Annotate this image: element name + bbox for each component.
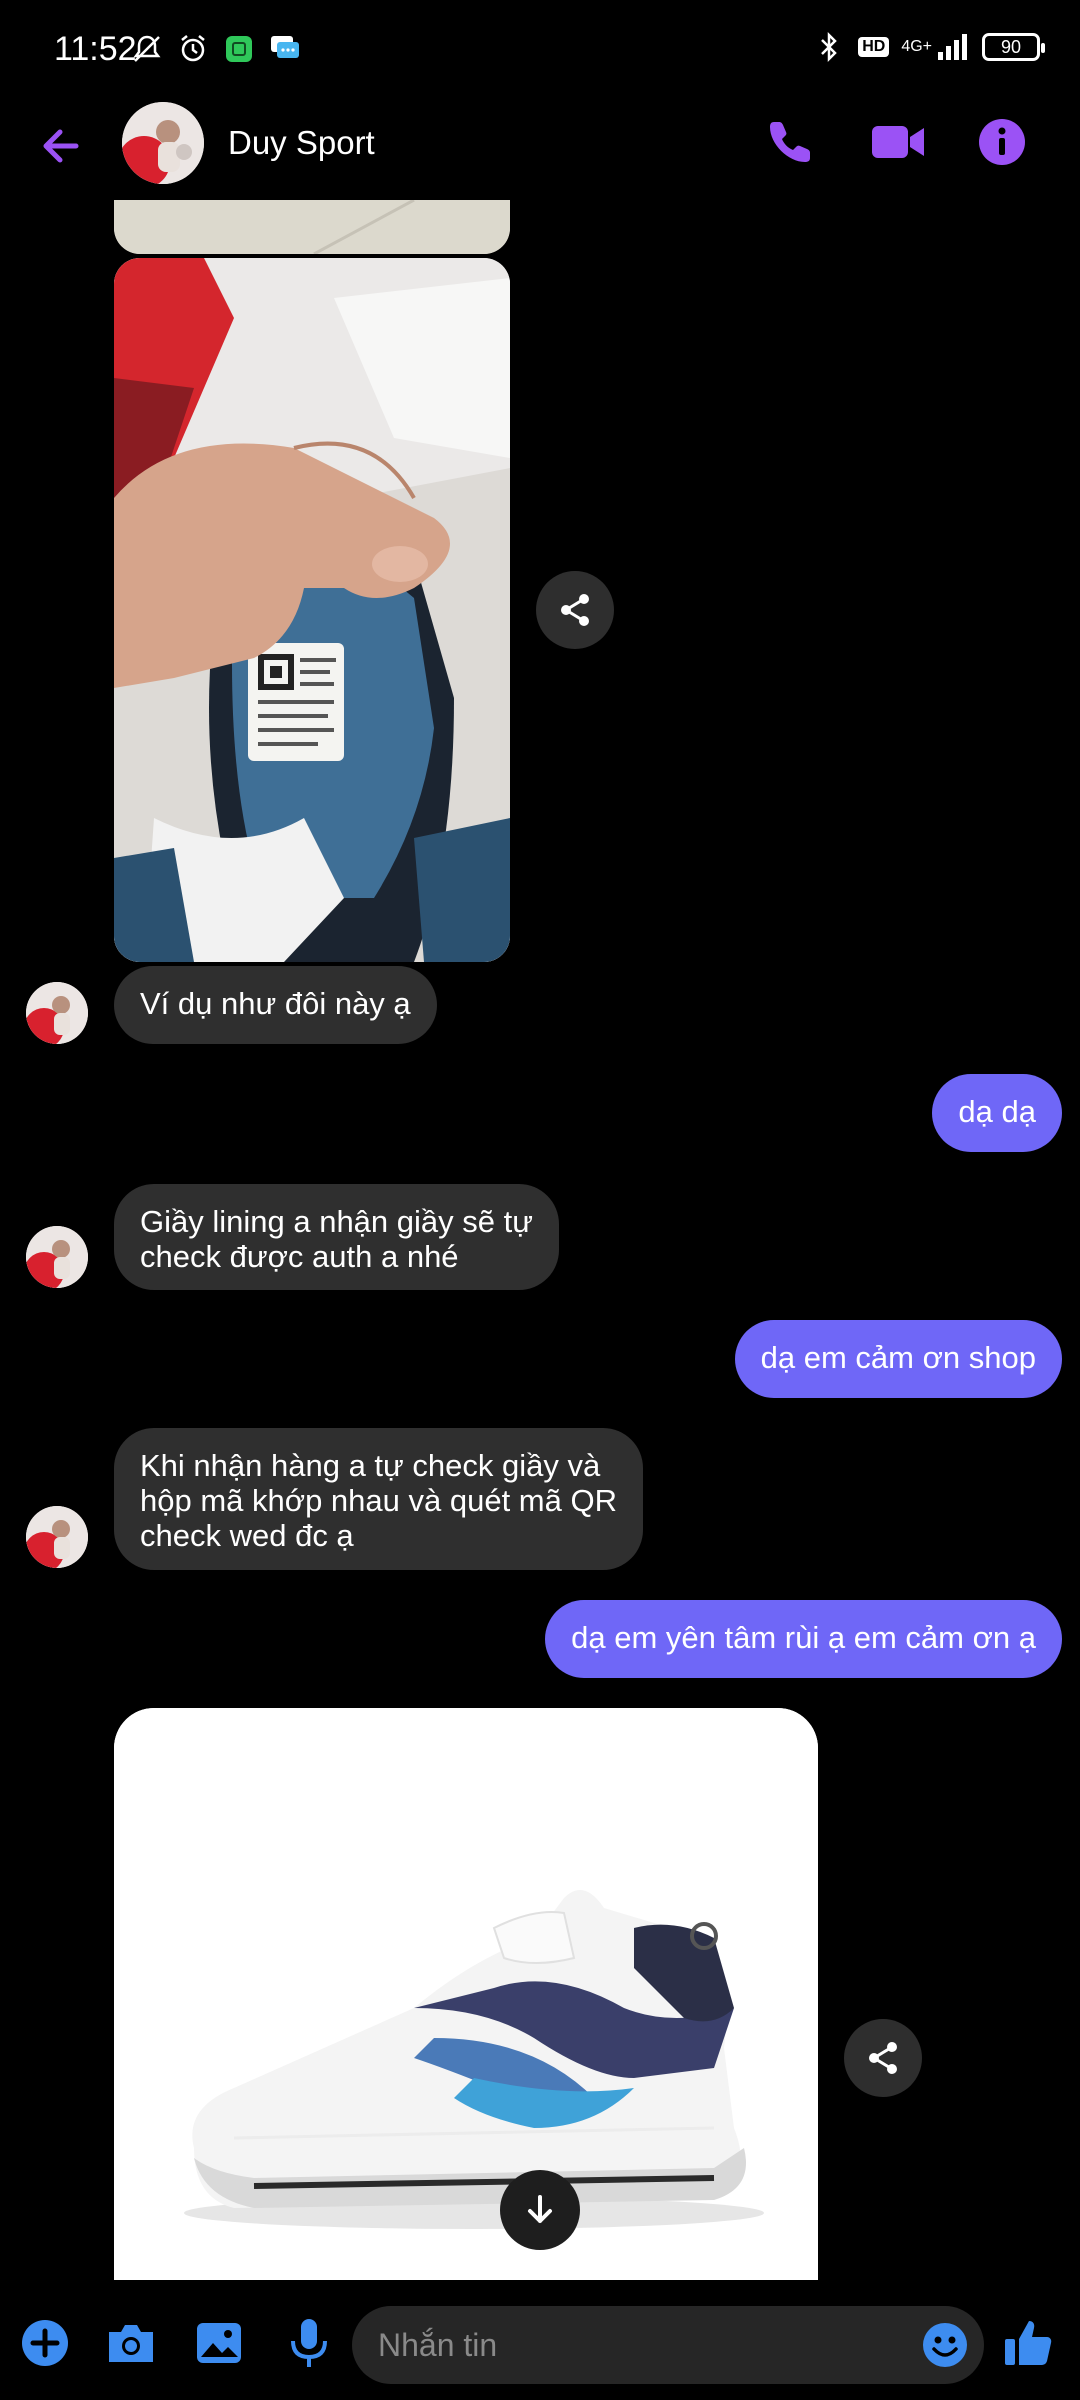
emoji-button[interactable]: [920, 2320, 970, 2370]
app-notification-icon: [222, 32, 256, 66]
signal-icon: [936, 30, 970, 64]
plus-icon: [22, 2320, 68, 2366]
message-bubble-outgoing[interactable]: dạ em cảm ơn shop: [734, 1320, 1062, 1398]
previous-image-attachment[interactable]: [114, 200, 510, 254]
message-bubble-incoming[interactable]: Giầy lining a nhận giầy sẽ tự check được…: [114, 1184, 559, 1290]
camera-button[interactable]: [102, 2314, 160, 2372]
contact-name[interactable]: Duy Sport: [228, 124, 375, 162]
emoji-icon: [923, 2323, 967, 2367]
network-type: 4G+: [901, 38, 932, 55]
share-icon: [561, 594, 589, 626]
mute-bell-icon: [130, 32, 164, 66]
back-button[interactable]: [36, 120, 88, 172]
video-call-button[interactable]: [868, 114, 928, 170]
voice-call-button[interactable]: [762, 114, 818, 170]
like-button[interactable]: [1000, 2314, 1058, 2372]
bluetooth-icon: [812, 30, 846, 64]
sender-avatar[interactable]: [26, 982, 88, 1044]
message-list[interactable]: Ví dụ như đôi này ạ dạ dạ Giầy lining a …: [0, 200, 1080, 2280]
phone-icon: [770, 122, 810, 162]
message-bubble-outgoing[interactable]: dạ dạ: [932, 1074, 1062, 1152]
thumbs-up-icon: [1005, 2321, 1052, 2365]
status-notification-icons: [130, 32, 302, 66]
share-button[interactable]: [536, 571, 614, 649]
status-bar: 11:52 HD 4G+ 90: [0, 0, 1080, 100]
back-arrow-icon: [43, 129, 79, 163]
contact-avatar[interactable]: [122, 102, 204, 184]
message-notification-icon: [268, 32, 302, 66]
battery-indicator: 90: [982, 33, 1045, 61]
scroll-to-bottom-button[interactable]: [500, 2170, 580, 2250]
sender-avatar[interactable]: [26, 1506, 88, 1568]
hd-badge: HD: [858, 37, 890, 57]
message-bubble-outgoing[interactable]: dạ em yên tâm rùi ạ em cảm ơn ạ: [545, 1600, 1062, 1678]
more-actions-button[interactable]: [16, 2314, 74, 2372]
arrow-down-icon: [528, 2195, 552, 2223]
status-system-icons: HD 4G+ 90: [812, 30, 1045, 64]
message-bubble-incoming[interactable]: Khi nhận hàng a tự check giầy và hộp mã …: [114, 1428, 643, 1570]
camera-icon: [109, 2325, 153, 2362]
message-input[interactable]: [378, 2306, 898, 2384]
gallery-icon: [197, 2323, 241, 2363]
gallery-button[interactable]: [190, 2314, 248, 2372]
photo-attachment-shoe-product[interactable]: [114, 1708, 818, 2280]
sender-avatar[interactable]: [26, 1226, 88, 1288]
voice-message-button[interactable]: [280, 2314, 338, 2372]
share-button[interactable]: [844, 2019, 922, 2097]
status-time: 11:52: [54, 30, 137, 68]
alarm-icon: [176, 32, 210, 66]
info-button[interactable]: [974, 114, 1030, 170]
share-icon: [869, 2042, 897, 2074]
info-icon: [979, 119, 1025, 165]
message-bubble-incoming[interactable]: Ví dụ như đôi này ạ: [114, 966, 437, 1044]
message-composer: [0, 2290, 1080, 2400]
mic-icon: [291, 2319, 327, 2367]
message-input-container[interactable]: [352, 2306, 984, 2384]
photo-attachment-shoe-tag[interactable]: [114, 258, 510, 962]
video-icon: [872, 126, 924, 158]
